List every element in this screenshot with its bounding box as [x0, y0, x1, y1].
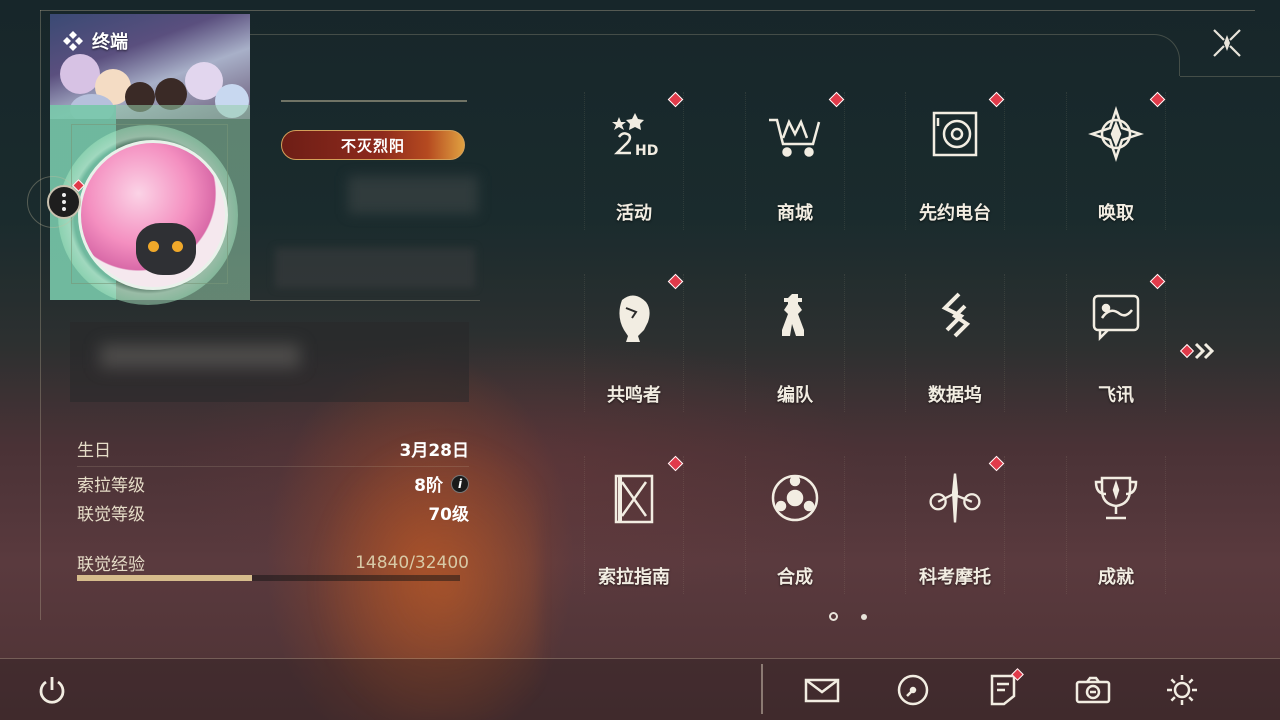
more-vertical-icon: [62, 193, 66, 197]
shop-cart-icon: [765, 104, 825, 164]
menu-item-achievements[interactable]: 成就: [1066, 456, 1166, 594]
info-value: 8阶: [414, 476, 443, 496]
menu-label: 编队: [777, 385, 813, 406]
menu-label: 飞讯: [1098, 385, 1134, 406]
trophy-icon: [1086, 468, 1146, 528]
gear-icon: [1167, 675, 1197, 705]
terminal-diamond-icon: [63, 31, 83, 51]
frame-line: [40, 10, 1255, 11]
title-badge-text: 不灭烈阳: [340, 136, 405, 155]
svg-text:HD: HD: [635, 143, 658, 159]
team-chess-icon: [765, 286, 825, 346]
mail-button[interactable]: [802, 670, 842, 710]
power-button[interactable]: [32, 670, 72, 710]
exp-progress-bar: [77, 575, 460, 581]
convene-star-icon: [1086, 104, 1146, 164]
info-label: 索拉等级: [77, 476, 145, 496]
info-label: 联觉经验: [77, 555, 145, 575]
close-button[interactable]: [1208, 24, 1246, 62]
info-row-sol-level: 索拉等级 8阶 i: [77, 471, 469, 496]
guidebook-icon: [604, 468, 664, 528]
radio-speaker-icon: [925, 104, 985, 164]
data-bank-icon: [925, 286, 985, 346]
frame-line: [0, 658, 1280, 659]
power-icon: [39, 677, 65, 704]
menu-item-events[interactable]: HD 活动: [584, 91, 684, 230]
resonator-portrait-icon: [604, 286, 664, 346]
bottom-divider: [761, 664, 763, 714]
frame-line: [1180, 76, 1280, 77]
event-2hd-icon: HD: [604, 104, 664, 164]
next-page-button[interactable]: [1179, 338, 1222, 364]
chat-message-icon: [1086, 286, 1146, 346]
pager-dot[interactable]: [861, 614, 867, 620]
menu-item-team[interactable]: 编队: [745, 274, 845, 412]
info-row-birthday: 生日 3月28日: [77, 436, 469, 461]
signature-box[interactable]: [70, 322, 469, 402]
camera-icon: [1075, 676, 1111, 704]
info-value: 3月28日: [399, 441, 470, 461]
mail-icon: [804, 678, 840, 703]
avatar[interactable]: [78, 140, 228, 290]
menu-label: 数据坞: [928, 385, 982, 406]
menu-item-guidebook[interactable]: 索拉指南: [584, 455, 684, 594]
menu-item-shop[interactable]: 商城: [745, 91, 845, 230]
frame-line: [40, 10, 41, 620]
title-divider: [281, 100, 467, 102]
title-badge[interactable]: 不灭烈阳: [281, 130, 465, 160]
menu-label: 成就: [1098, 567, 1134, 588]
menu-label: 索拉指南: [598, 567, 670, 588]
hidden-name: [348, 176, 478, 214]
frame-line: [250, 300, 480, 301]
exp-progress-fill: [77, 575, 253, 581]
menu-label: 唤取: [1098, 203, 1134, 224]
pager-dot-active[interactable]: [829, 612, 838, 621]
settings-button[interactable]: [1162, 670, 1202, 710]
info-row-union-exp: 联觉经验 14840/32400: [77, 550, 469, 576]
cat-eye: [148, 241, 159, 252]
double-chevron-right-icon: [1194, 342, 1215, 360]
menu-label: 先约电台: [919, 203, 991, 224]
terminal-title-text: 终端: [92, 32, 128, 53]
menu-label: 活动: [616, 203, 652, 224]
hidden-uid: [275, 248, 475, 288]
menu-item-resonators[interactable]: 共鸣者: [584, 273, 684, 412]
notice-button[interactable]: [983, 668, 1024, 710]
menu-label: 共鸣者: [607, 385, 661, 406]
motorcycle-icon: [925, 468, 985, 528]
info-row-union-level: 联觉等级 70级: [77, 500, 469, 525]
menu-label: 合成: [777, 567, 813, 588]
menu-label: 科考摩托: [919, 567, 991, 588]
menu-item-databank[interactable]: 数据坞: [905, 274, 1005, 412]
menu-item-convene[interactable]: 唤取: [1066, 91, 1166, 230]
divider: [77, 466, 469, 467]
avatar-cat: [136, 223, 196, 275]
info-icon[interactable]: i: [451, 474, 469, 493]
terminal-title: 终端: [62, 28, 128, 54]
frame-corner: [1150, 34, 1180, 76]
info-label: 联觉等级: [77, 505, 145, 525]
close-x-icon: [1213, 29, 1241, 57]
camera-button[interactable]: [1073, 670, 1113, 710]
menu-label: 商城: [777, 203, 813, 224]
menu-item-radio[interactable]: 先约电台: [905, 91, 1005, 230]
menu-item-synthesis[interactable]: 合成: [745, 456, 845, 594]
info-value-group: 8阶 i: [414, 471, 469, 496]
info-label: 生日: [77, 441, 111, 461]
menu-item-messages[interactable]: 飞讯: [1066, 273, 1166, 412]
synthesis-icon: [765, 468, 825, 528]
exp-value: 14840/32400: [355, 552, 469, 573]
frame-line: [250, 34, 1150, 35]
menu-item-motorcycle[interactable]: 科考摩托: [905, 455, 1005, 594]
clock-icon: [897, 674, 929, 706]
info-value: 70级: [428, 505, 469, 525]
clock-button[interactable]: [893, 670, 933, 710]
cat-eye: [172, 241, 183, 252]
